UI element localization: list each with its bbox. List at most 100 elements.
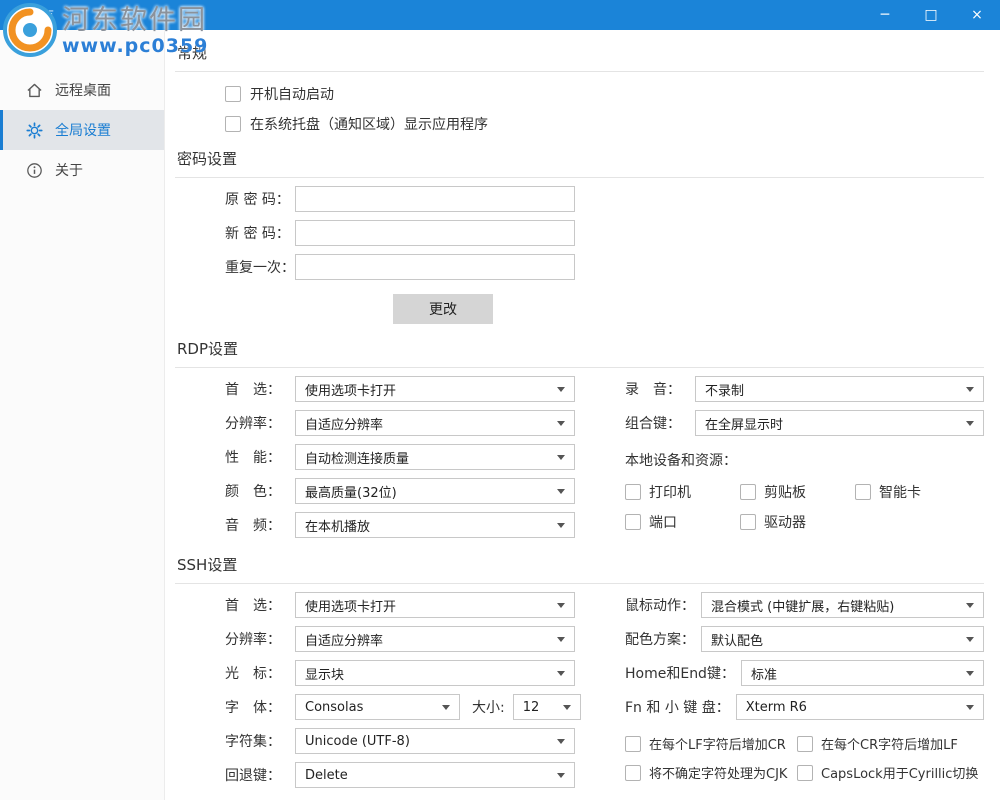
checkbox-lf-add-cr[interactable]: 在每个LF字符后增加CR: [625, 734, 797, 753]
rdp-preferred-select[interactable]: 使用选项卡打开: [295, 376, 575, 402]
ssh-mouse-action-select[interactable]: 混合模式 (中键扩展，右键粘贴): [701, 592, 984, 618]
chevron-down-icon: [557, 421, 565, 426]
chevron-down-icon: [442, 705, 450, 710]
repeat-password-input[interactable]: [295, 254, 575, 280]
checkbox-port[interactable]: 端口: [625, 512, 740, 532]
checkbox-capslock-cyrillic[interactable]: CapsLock用于Cyrillic切换: [797, 763, 978, 782]
ssh-font-select[interactable]: Consolas: [295, 694, 460, 720]
sidebar-item-label: 远程桌面: [55, 80, 111, 100]
chevron-down-icon: [557, 739, 565, 744]
checkbox-box[interactable]: [625, 765, 641, 781]
chevron-down-icon: [563, 705, 571, 710]
ssh-resolution-select[interactable]: 自适应分辨率: [295, 626, 575, 652]
change-password-button[interactable]: 更改: [393, 294, 493, 324]
field-label: 录 音：: [625, 379, 695, 399]
checkbox-label: 驱动器: [764, 512, 806, 532]
sidebar: 远程桌面 全局设置: [0, 30, 165, 800]
chevron-down-icon: [557, 637, 565, 642]
ssh-fn-keypad-select[interactable]: Xterm R6: [736, 694, 984, 720]
sidebar-item-label: 全局设置: [55, 120, 111, 140]
section-heading-ssh: SSH设置: [175, 554, 984, 584]
chevron-down-icon: [557, 603, 565, 608]
rdp-color-select[interactable]: 最高质量(32位): [295, 478, 575, 504]
ssh-cursor-select[interactable]: 显示块: [295, 660, 575, 686]
rdp-recording-select[interactable]: 不录制: [695, 376, 984, 402]
field-label: 重复一次：: [225, 257, 295, 277]
home-icon: [26, 82, 43, 99]
field-label: 鼠标动作：: [625, 595, 695, 615]
checkbox-label: 将不确定字符处理为CJK: [649, 763, 787, 782]
new-password-input[interactable]: [295, 220, 575, 246]
close-button[interactable]: ×: [954, 0, 1000, 30]
info-icon: [26, 162, 43, 179]
chevron-down-icon: [557, 455, 565, 460]
sidebar-item-label: 关于: [55, 160, 83, 180]
titlebar: 主页 ─ □ ×: [0, 0, 1000, 30]
checkbox-box[interactable]: [625, 484, 641, 500]
field-label: Fn 和 小 键 盘：: [625, 697, 730, 717]
field-label: 字符集：: [225, 731, 295, 751]
checkbox-autostart[interactable]: 开机自动启动: [225, 84, 984, 104]
field-label: 性 能：: [225, 447, 295, 467]
ssh-charset-select[interactable]: Unicode (UTF-8): [295, 728, 575, 754]
app-window: 主页 ─ □ × 河东软件园 www.pc0359 远程: [0, 0, 1000, 800]
checkbox-box[interactable]: [797, 765, 813, 781]
checkbox-box[interactable]: [625, 514, 641, 530]
field-label: 原 密 码：: [225, 189, 295, 209]
chevron-down-icon: [966, 637, 974, 642]
maximize-button[interactable]: □: [908, 0, 954, 30]
rdp-performance-select[interactable]: 自动检测连接质量: [295, 444, 575, 470]
chevron-down-icon: [557, 387, 565, 392]
window-title: 主页: [30, 7, 54, 24]
checkbox-label: 剪贴板: [764, 482, 806, 502]
checkbox-cr-add-lf[interactable]: 在每个CR字符后增加LF: [797, 734, 958, 753]
chevron-down-icon: [966, 603, 974, 608]
field-label: Home和End键：: [625, 663, 735, 683]
ssh-color-scheme-select[interactable]: 默认配色: [701, 626, 984, 652]
ssh-home-end-select[interactable]: 标准: [741, 660, 984, 686]
sidebar-item-global-settings[interactable]: 全局设置: [0, 110, 164, 150]
section-heading-rdp: RDP设置: [175, 338, 984, 368]
checkbox-box[interactable]: [740, 484, 756, 500]
minimize-button[interactable]: ─: [862, 0, 908, 30]
sidebar-item-about[interactable]: 关于: [0, 150, 164, 190]
checkbox-label: 开机自动启动: [250, 84, 334, 104]
checkbox-box[interactable]: [225, 86, 241, 102]
chevron-down-icon: [966, 387, 974, 392]
checkbox-box[interactable]: [797, 736, 813, 752]
checkbox-box[interactable]: [225, 116, 241, 132]
checkbox-box[interactable]: [855, 484, 871, 500]
checkbox-printer[interactable]: 打印机: [625, 482, 740, 502]
gear-icon: [26, 122, 43, 139]
checkbox-ambiguous-cjk[interactable]: 将不确定字符处理为CJK: [625, 763, 797, 782]
field-label: 分辨率：: [225, 413, 295, 433]
window-controls: ─ □ ×: [862, 0, 1000, 30]
chevron-down-icon: [557, 523, 565, 528]
checkbox-box[interactable]: [740, 514, 756, 530]
old-password-input[interactable]: [295, 186, 575, 212]
checkbox-label: 端口: [649, 512, 677, 532]
field-label: 字 体：: [225, 697, 295, 717]
checkbox-label: 打印机: [649, 482, 691, 502]
checkbox-clipboard[interactable]: 剪贴板: [740, 482, 855, 502]
local-devices-label: 本地设备和资源：: [625, 450, 984, 470]
field-label: 新 密 码：: [225, 223, 295, 243]
ssh-backspace-select[interactable]: Delete: [295, 762, 575, 788]
checkbox-drive[interactable]: 驱动器: [740, 512, 855, 532]
rdp-hotkeys-select[interactable]: 在全屏显示时: [695, 410, 984, 436]
checkbox-label: 在系统托盘（通知区域）显示应用程序: [250, 114, 488, 134]
chevron-down-icon: [557, 671, 565, 676]
checkbox-tray-icon[interactable]: 在系统托盘（通知区域）显示应用程序: [225, 114, 984, 134]
field-label: 配色方案：: [625, 629, 695, 649]
ssh-font-size-select[interactable]: 12: [513, 694, 581, 720]
section-heading-password: 密码设置: [175, 148, 984, 178]
field-label: 光 标：: [225, 663, 295, 683]
rdp-resolution-select[interactable]: 自适应分辨率: [295, 410, 575, 436]
checkbox-smartcard[interactable]: 智能卡: [855, 482, 970, 502]
checkbox-box[interactable]: [625, 736, 641, 752]
field-label: 首 选：: [225, 595, 295, 615]
rdp-audio-select[interactable]: 在本机播放: [295, 512, 575, 538]
checkbox-label: 在每个LF字符后增加CR: [649, 734, 786, 753]
ssh-preferred-select[interactable]: 使用选项卡打开: [295, 592, 575, 618]
sidebar-item-remote-desktop[interactable]: 远程桌面: [0, 70, 164, 110]
